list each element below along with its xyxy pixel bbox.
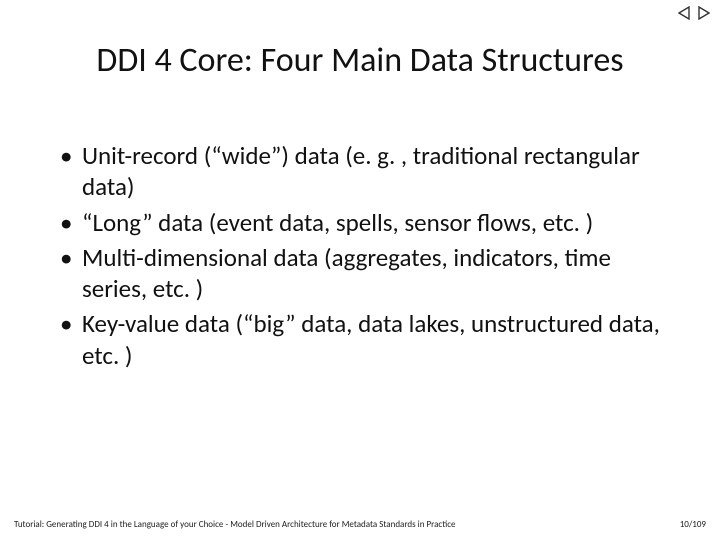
next-slide-icon[interactable]: [696, 6, 710, 20]
list-item: Key-value data (“big” data, data lakes, …: [60, 308, 670, 371]
list-item: “Long” data (event data, spells, sensor …: [60, 207, 670, 238]
page-number: 10/109: [680, 519, 706, 530]
prev-slide-icon[interactable]: [678, 6, 692, 20]
list-item: Unit-record (“wide”) data (e. g. , tradi…: [60, 140, 670, 203]
footer-text: Tutorial: Generating DDI 4 in the Langua…: [14, 519, 456, 530]
slide-footer: Tutorial: Generating DDI 4 in the Langua…: [14, 519, 706, 530]
list-item: Multi-dimensional data (aggregates, indi…: [60, 242, 670, 305]
nav-controls: [678, 6, 710, 20]
bullet-list: Unit-record (“wide”) data (e. g. , tradi…: [60, 140, 670, 375]
slide-title: DDI 4 Core: Four Main Data Structures: [0, 40, 720, 81]
